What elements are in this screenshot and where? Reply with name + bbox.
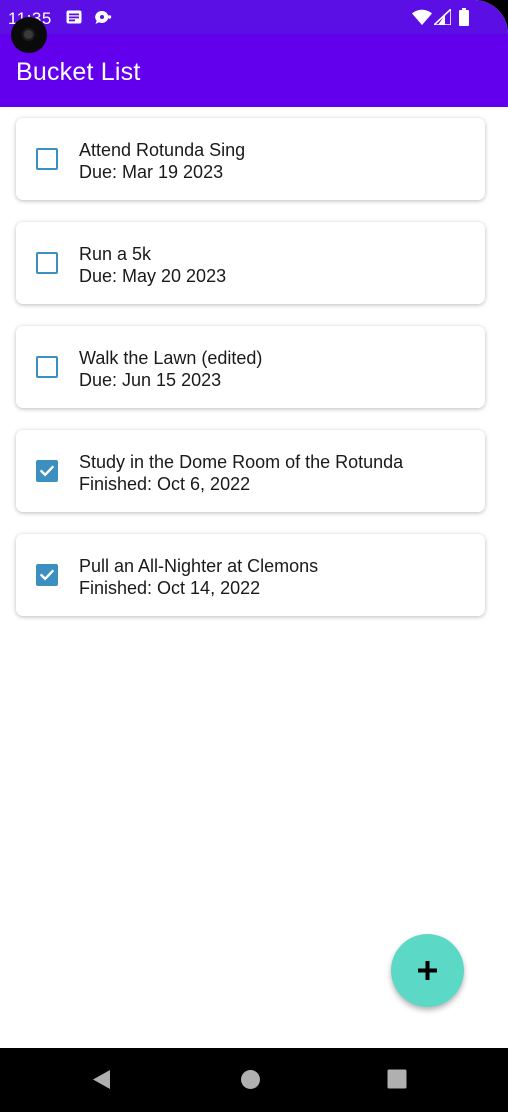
checkbox-unchecked[interactable] (36, 356, 58, 378)
list-item[interactable]: Study in the Dome Room of the Rotunda Fi… (16, 430, 485, 512)
item-date: Due: Mar 19 2023 (79, 162, 224, 182)
app-screen: 11:35 Bucket List Attend Rotunda Sing Du… (0, 0, 508, 1112)
bucket-list: Attend Rotunda Sing Due: Mar 19 2023 Run… (16, 118, 485, 638)
plus-icon (418, 961, 437, 980)
message-icon (66, 10, 82, 29)
item-date: Due: Jun 15 2023 (79, 370, 222, 390)
signal-icon (431, 7, 452, 30)
item-title: Study in the Dome Room of the Rotunda (79, 452, 404, 472)
item-date: Due: May 20 2023 (79, 266, 227, 286)
status-bar: 11:35 (0, 0, 508, 34)
wifi-icon (412, 9, 432, 30)
item-title: Pull an All-Nighter at Clemons (79, 556, 319, 576)
item-title: Attend Rotunda Sing (79, 140, 246, 160)
item-title: Run a 5k (79, 244, 152, 264)
system-nav-bar (0, 1048, 508, 1112)
checkbox-checked[interactable] (36, 564, 58, 586)
app-title: Bucket List (16, 58, 141, 86)
app-bar: Bucket List (0, 34, 508, 107)
list-item[interactable]: Walk the Lawn (edited) Due: Jun 15 2023 (16, 326, 485, 408)
checkbox-checked[interactable] (36, 460, 58, 482)
list-item[interactable]: Run a 5k Due: May 20 2023 (16, 222, 485, 304)
chat-bubble-icon (94, 10, 112, 30)
home-icon[interactable] (240, 1069, 261, 1095)
list-item[interactable]: Pull an All-Nighter at Clemons Finished:… (16, 534, 485, 616)
front-camera (11, 17, 47, 53)
checkmark-icon (39, 465, 55, 477)
battery-icon (459, 8, 469, 31)
item-date: Finished: Oct 14, 2022 (79, 578, 261, 598)
item-title: Walk the Lawn (edited) (79, 348, 263, 368)
checkbox-unchecked[interactable] (36, 252, 58, 274)
item-date: Finished: Oct 6, 2022 (79, 474, 251, 494)
back-icon[interactable] (92, 1069, 111, 1095)
recents-icon[interactable] (387, 1069, 407, 1094)
checkmark-icon (39, 569, 55, 581)
add-item-button[interactable] (391, 934, 464, 1007)
list-item[interactable]: Attend Rotunda Sing Due: Mar 19 2023 (16, 118, 485, 200)
checkbox-unchecked[interactable] (36, 148, 58, 170)
